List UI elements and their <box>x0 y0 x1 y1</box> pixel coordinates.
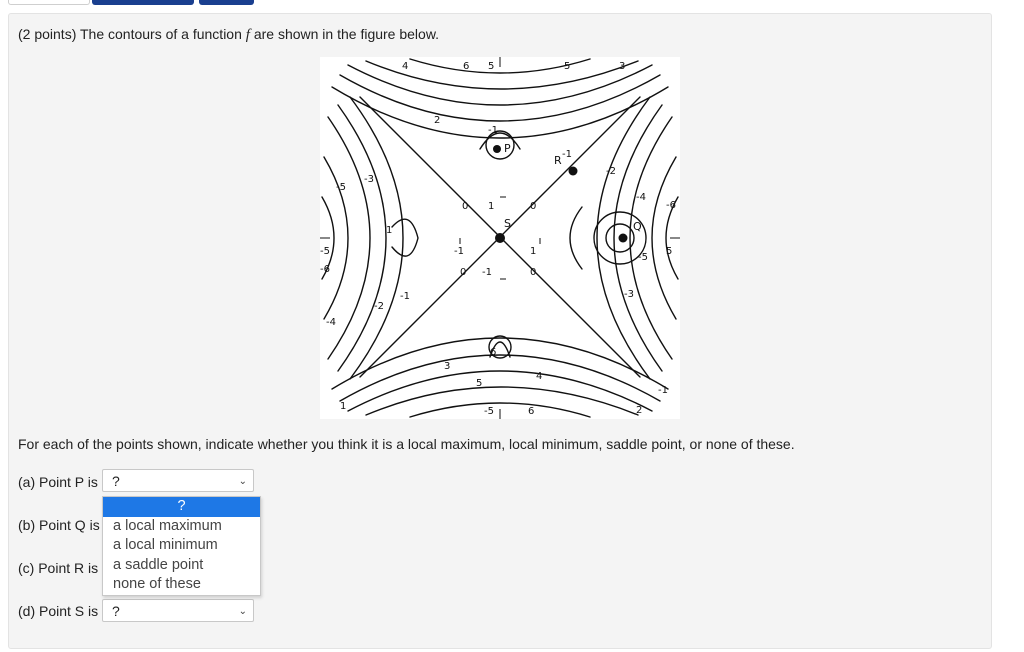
svg-text:-1: -1 <box>400 291 410 302</box>
svg-text:-5: -5 <box>484 406 494 417</box>
svg-text:-1: -1 <box>658 385 668 396</box>
point-s-select[interactable]: ? ⌄ <box>102 599 254 622</box>
chevron-down-icon: ⌄ <box>238 476 247 487</box>
svg-text:1: 1 <box>340 401 346 412</box>
point-q-marker <box>618 233 628 243</box>
svg-text:-5: -5 <box>638 252 648 263</box>
svg-text:-1: -1 <box>562 149 572 160</box>
point-r-marker <box>568 166 578 176</box>
part-c-row: (c) Point R is <box>18 560 98 576</box>
svg-text:4: 4 <box>402 61 408 72</box>
part-d-row: (d) Point S is <box>18 603 98 619</box>
dropdown-option-local-minimum[interactable]: a local minimum <box>103 536 260 556</box>
contour-figure: P Q R S 4 6 5 5 3 2 -1 -1 -2 -4 -6 -5 -3 1 -5 -6 -2… <box>320 57 680 419</box>
svg-text:-5: -5 <box>320 246 330 257</box>
svg-text:-6: -6 <box>666 200 676 211</box>
part-b-label: (b) Point Q is <box>18 517 100 533</box>
part-d-label: (d) Point S is <box>18 603 99 619</box>
svg-text:-3: -3 <box>624 289 634 300</box>
point-s-marker <box>495 233 505 243</box>
point-s-label: S <box>504 217 511 230</box>
svg-text:5: 5 <box>488 61 494 72</box>
svg-text:-4: -4 <box>636 192 646 203</box>
svg-text:0: 0 <box>460 267 466 278</box>
svg-text:6: 6 <box>528 406 534 417</box>
point-p-select[interactable]: ? ⌄ <box>102 469 254 492</box>
svg-text:-3: -3 <box>364 174 374 185</box>
svg-text:4: 4 <box>536 371 542 382</box>
question-text: (2 points) The contours of a function f … <box>18 26 440 43</box>
svg-text:6: 6 <box>490 347 496 358</box>
nav-tab-2[interactable] <box>92 0 194 5</box>
point-q-label: Q <box>633 220 642 233</box>
svg-text:-1: -1 <box>488 125 498 136</box>
point-p-label: P <box>504 142 511 155</box>
svg-text:1: 1 <box>530 246 536 257</box>
point-p-marker <box>493 145 501 153</box>
svg-text:-4: -4 <box>326 317 336 328</box>
svg-text:2: 2 <box>636 405 642 416</box>
svg-text:0: 0 <box>462 201 468 212</box>
point-s-select-value: ? <box>112 603 120 619</box>
nav-tab-3[interactable] <box>199 0 254 5</box>
dropdown-option-saddle-point[interactable]: a saddle point <box>103 556 260 576</box>
part-c-label: (c) Point R is <box>18 560 99 576</box>
chevron-down-icon: ⌄ <box>238 606 247 617</box>
part-b-row: (b) Point Q is <box>18 517 100 533</box>
svg-text:-1: -1 <box>454 246 464 257</box>
svg-text:3: 3 <box>619 61 625 72</box>
top-nav <box>0 0 1024 6</box>
dropdown-option-local-maximum[interactable]: a local maximum <box>103 517 260 537</box>
svg-text:1: 1 <box>386 225 392 236</box>
svg-text:3: 3 <box>444 361 450 372</box>
svg-text:-2: -2 <box>374 301 384 312</box>
svg-text:6: 6 <box>463 61 469 72</box>
point-r-label: R <box>554 154 562 167</box>
svg-text:5: 5 <box>666 246 672 257</box>
svg-text:5: 5 <box>564 61 570 72</box>
nav-tab-1[interactable] <box>8 0 90 5</box>
dropdown-option-unknown[interactable]: ? <box>103 497 260 517</box>
part-a-row: (a) Point P is <box>18 474 98 490</box>
instruction-text: For each of the points shown, indicate w… <box>18 436 795 452</box>
svg-text:2: 2 <box>434 115 440 126</box>
point-p-select-value: ? <box>112 473 120 489</box>
part-a-label: (a) Point P is <box>18 474 98 490</box>
svg-text:0: 0 <box>530 267 536 278</box>
svg-text:1: 1 <box>488 201 494 212</box>
svg-text:-1: -1 <box>482 267 492 278</box>
svg-text:0: 0 <box>530 201 536 212</box>
svg-text:-6: -6 <box>320 264 330 275</box>
dropdown-option-none[interactable]: none of these <box>103 575 260 595</box>
problem-panel: (2 points) The contours of a function f … <box>8 13 992 649</box>
answer-dropdown-menu: ? a local maximum a local minimum a sadd… <box>102 496 261 596</box>
svg-text:-5: -5 <box>336 182 346 193</box>
svg-text:5: 5 <box>476 378 482 389</box>
svg-text:-2: -2 <box>606 166 616 177</box>
